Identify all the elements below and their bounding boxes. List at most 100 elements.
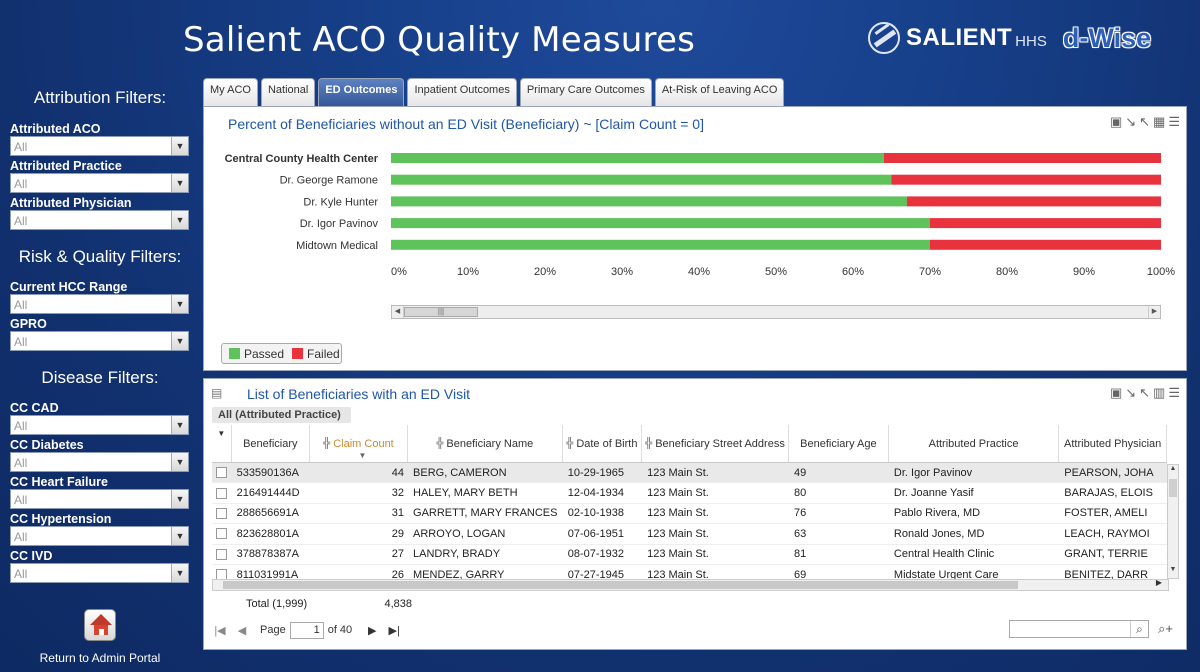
return-admin-link[interactable]: Return to Admin Portal — [0, 651, 200, 665]
scroll-thumb[interactable]: ||| — [404, 307, 478, 317]
search-icon[interactable]: ⌕ — [1130, 621, 1148, 637]
home-button[interactable] — [84, 609, 116, 641]
table-vscroll[interactable]: ▲ ▼ — [1167, 464, 1179, 579]
bar-failed[interactable] — [930, 218, 1161, 229]
table-row[interactable]: 378878387A 27 LANDRY, BRADY 08-07-1932 123 M… — [212, 544, 1167, 565]
row-checkbox[interactable] — [216, 467, 227, 479]
bar-passed[interactable] — [391, 153, 884, 163]
select-all-header[interactable]: ▼ — [212, 425, 232, 462]
chevron-down-icon[interactable]: ▼ — [171, 564, 188, 582]
expand-icon[interactable]: ↘ — [1125, 385, 1136, 401]
prev-page-icon[interactable]: ◀ — [234, 624, 250, 637]
column-header-attributed-practice[interactable]: Attributed Practice — [889, 425, 1060, 462]
bar-failed[interactable] — [930, 239, 1161, 250]
table-row[interactable]: 811031991A 26 MENDEZ, GARRY 07-27-1945 123 M… — [212, 565, 1167, 580]
column-header-label: Date of Birth — [576, 437, 638, 450]
cc-heart-failure-select[interactable]: All ▼ — [10, 489, 189, 509]
tab-national[interactable]: National — [260, 78, 316, 106]
chevron-down-icon[interactable]: ▼ — [171, 416, 188, 434]
scroll-right-icon[interactable]: ▶ — [1148, 306, 1160, 318]
tab-my-aco[interactable]: My ACO — [203, 78, 258, 106]
first-page-icon[interactable]: |◀ — [212, 624, 228, 637]
scroll-left-icon[interactable]: ◀ — [392, 306, 404, 318]
legend-item-failed[interactable]: Failed — [292, 347, 340, 361]
column-header-label: Beneficiary Name — [446, 437, 534, 450]
page-input[interactable]: 1 — [289, 621, 324, 639]
scroll-right-icon[interactable]: ▶ — [1156, 578, 1162, 587]
chart-scrollbar[interactable]: ◀ ||| ▶ — [391, 305, 1161, 319]
row-checkbox[interactable] — [216, 507, 227, 519]
table-cell: 123 Main St. — [647, 507, 709, 520]
column-header-claim-count[interactable]: ╬ Claim Count ▼ — [310, 425, 408, 462]
table-cell: 80 — [794, 487, 807, 500]
menu-icon[interactable]: ☰ — [1168, 385, 1180, 401]
attributed-aco-select[interactable]: All ▼ — [10, 136, 189, 156]
tab-primary-care-outcomes[interactable]: Primary Care Outcomes — [519, 78, 652, 106]
chevron-down-icon[interactable]: ▼ — [171, 527, 188, 545]
tab-bar: My ACO National ED Outcomes Inpatient Outco… — [203, 78, 787, 106]
chevron-down-icon[interactable]: ▼ — [171, 174, 188, 192]
chevron-down-icon[interactable]: ▼ — [171, 332, 188, 350]
attributed-practice-select[interactable]: All ▼ — [10, 173, 189, 193]
cc-cad-select[interactable]: All ▼ — [10, 415, 189, 435]
column-header-label: Beneficiary Age — [800, 437, 877, 450]
table-hscroll[interactable]: ▶ — [212, 578, 1169, 591]
breadcrumb[interactable]: All (Attributed Practice) — [212, 407, 351, 423]
column-filter-icon[interactable]: ╬ — [566, 438, 573, 449]
bar-failed[interactable] — [906, 196, 1161, 207]
search-input[interactable]: ⌕ — [1009, 620, 1149, 638]
attributed-physician-select[interactable]: All ▼ — [10, 210, 189, 230]
bar-passed[interactable] — [391, 196, 907, 207]
chevron-down-icon[interactable]: ▼ — [171, 137, 188, 155]
last-page-icon[interactable]: ▶| — [386, 624, 402, 637]
column-header-beneficiary-age[interactable]: Beneficiary Age — [789, 425, 889, 462]
chevron-down-icon[interactable]: ▼ — [171, 211, 188, 229]
table-cell: 123 Main St. — [647, 568, 709, 580]
table-row[interactable]: 823628801A 29 ARROYO, LOGAN 07-06-1951 123 M… — [212, 524, 1167, 545]
column-header-beneficiary-name[interactable]: ╬ Beneficiary Name — [408, 425, 563, 462]
gpro-label: GPRO — [10, 317, 47, 331]
bar-failed[interactable] — [891, 174, 1162, 185]
row-checkbox[interactable] — [216, 487, 227, 499]
table-cell: 123 Main St. — [647, 548, 709, 561]
row-checkbox[interactable] — [216, 548, 227, 560]
column-header-beneficiary-street-address[interactable]: ╬ Beneficiary Street Address — [642, 425, 789, 462]
chevron-down-icon[interactable]: ▼ — [171, 490, 188, 508]
chevron-down-icon[interactable]: ▼ — [171, 295, 188, 313]
tab-at-risk-of-leaving-aco[interactable]: At-Risk of Leaving ACO — [654, 78, 785, 106]
add-search-icon[interactable]: ⌕+ — [1158, 621, 1173, 637]
export-icon[interactable]: ▣ — [1110, 385, 1122, 401]
gpro-select[interactable]: All ▼ — [10, 331, 189, 351]
tab-ed-outcomes[interactable]: ED Outcomes — [318, 78, 405, 106]
tab-inpatient-outcomes[interactable]: Inpatient Outcomes — [407, 78, 517, 106]
legend-item-passed[interactable]: Passed — [229, 347, 284, 361]
cc-diabetes-select[interactable]: All ▼ — [10, 452, 189, 472]
current-hcc-range-select[interactable]: All ▼ — [10, 294, 189, 314]
scroll-up-icon[interactable]: ▲ — [1168, 465, 1178, 477]
bar-failed[interactable] — [883, 153, 1161, 163]
chevron-down-icon[interactable]: ▼ — [171, 453, 188, 471]
scroll-down-icon[interactable]: ▼ — [1168, 566, 1178, 578]
table-row[interactable]: 533590136A 44 BERG, CAMERON 10-29-1965 123 M… — [212, 463, 1167, 484]
column-filter-icon[interactable]: ╬ — [323, 438, 330, 449]
vscroll-thumb[interactable] — [1169, 479, 1177, 497]
column-filter-icon[interactable]: ╬ — [436, 438, 443, 449]
next-page-icon[interactable]: ▶ — [364, 624, 380, 637]
column-filter-icon[interactable]: ╬ — [645, 438, 652, 449]
column-header-attributed-physician[interactable]: Attributed Physician — [1059, 425, 1167, 462]
column-header-date-of-birth[interactable]: ╬ Date of Birth — [563, 425, 643, 462]
bar-passed[interactable] — [391, 174, 892, 185]
bar-passed[interactable] — [391, 218, 930, 229]
row-checkbox[interactable] — [216, 528, 227, 540]
list-export-icon[interactable]: ▤ — [211, 386, 222, 400]
column-header-beneficiary[interactable]: Beneficiary — [232, 425, 310, 462]
table-row[interactable]: 288656691A 31 GARRETT, MARY FRANCES 02-10-1… — [212, 503, 1167, 525]
cc-cad-label: CC CAD — [10, 401, 59, 415]
cc-hypertension-select[interactable]: All ▼ — [10, 526, 189, 546]
hscroll-thumb[interactable] — [223, 581, 1018, 589]
collapse-icon[interactable]: ↖ — [1139, 385, 1150, 401]
table-row[interactable]: 216491444D 32 HALEY, MARY BETH 12-04-1934 12… — [212, 483, 1167, 504]
cc-ivd-select[interactable]: All ▼ — [10, 563, 189, 583]
bar-passed[interactable] — [391, 239, 930, 250]
chart-view-icon[interactable]: ▥ — [1153, 385, 1165, 401]
